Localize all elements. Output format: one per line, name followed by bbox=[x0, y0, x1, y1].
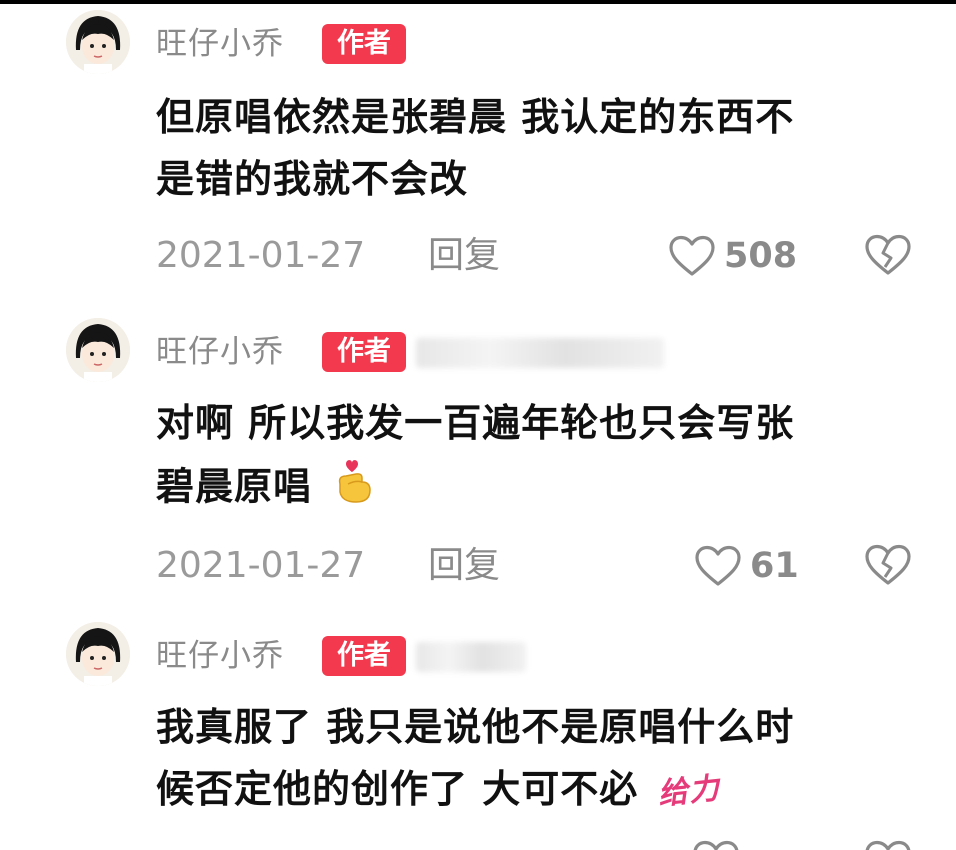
comment-text: 但原唱依然是张碧晨 我认定的东西不 是错的我就不会改 bbox=[156, 86, 916, 210]
comment-line-text: 碧晨原唱 bbox=[156, 464, 313, 509]
comment-line: 但原唱依然是张碧晨 我认定的东西不 bbox=[156, 95, 795, 139]
broken-heart-icon bbox=[865, 544, 911, 585]
heart-outline-icon bbox=[695, 545, 741, 586]
like-count: 61 bbox=[750, 546, 799, 586]
dislike-button[interactable] bbox=[864, 234, 912, 280]
avatar-image bbox=[66, 622, 130, 686]
avatar-image bbox=[66, 318, 130, 382]
blurred-reply-target bbox=[416, 338, 664, 368]
geili-sticker: 给力 bbox=[656, 770, 723, 812]
like-button-partial[interactable] bbox=[692, 840, 740, 850]
comment-meta: 2021-01-27 回复 508 bbox=[156, 234, 916, 278]
comment-date: 2021-01-27 bbox=[156, 235, 366, 276]
username[interactable]: 旺仔小乔 bbox=[156, 24, 284, 64]
reply-button[interactable]: 回复 bbox=[428, 234, 500, 278]
broken-heart-icon bbox=[865, 234, 911, 275]
avatar[interactable] bbox=[66, 318, 130, 382]
comment-meta: 2021-01-27 回复 61 bbox=[156, 544, 916, 588]
username[interactable]: 旺仔小乔 bbox=[156, 332, 284, 372]
finger-heart-emoji bbox=[332, 454, 376, 524]
author-badge: 作者 bbox=[322, 24, 406, 64]
heart-outline-icon bbox=[693, 840, 739, 850]
heart-outline-icon bbox=[669, 235, 715, 276]
comment-line-text: 候否定他的创作了 大可不必 bbox=[156, 767, 639, 811]
comment-line: 候否定他的创作了 大可不必 给力 bbox=[156, 758, 916, 823]
comment-text: 我真服了 我只是说他不是原唱什么时 候否定他的创作了 大可不必 给力 bbox=[156, 696, 916, 823]
avatar[interactable] bbox=[66, 622, 130, 686]
comment-date: 2021-01-27 bbox=[156, 545, 366, 586]
top-edge-bar bbox=[0, 0, 956, 4]
dislike-button[interactable] bbox=[864, 544, 912, 590]
comment-line: 是错的我就不会改 bbox=[156, 157, 469, 201]
comment-line: 我真服了 我只是说他不是原唱什么时 bbox=[156, 705, 795, 749]
reply-button[interactable]: 回复 bbox=[428, 544, 500, 588]
blurred-reply-target bbox=[416, 642, 526, 672]
avatar[interactable] bbox=[66, 10, 130, 74]
username[interactable]: 旺仔小乔 bbox=[156, 636, 284, 676]
like-count: 508 bbox=[724, 236, 798, 276]
broken-heart-icon bbox=[865, 840, 911, 850]
author-badge: 作者 bbox=[322, 636, 406, 676]
comment-text: 对啊 所以我发一百遍年轮也只会写张 碧晨原唱 bbox=[156, 392, 916, 524]
comment-line: 对啊 所以我发一百遍年轮也只会写张 bbox=[156, 401, 795, 445]
dislike-button-partial[interactable] bbox=[864, 840, 912, 850]
author-badge: 作者 bbox=[322, 332, 406, 372]
comment-line: 碧晨原唱 bbox=[156, 454, 916, 524]
avatar-image bbox=[66, 10, 130, 74]
